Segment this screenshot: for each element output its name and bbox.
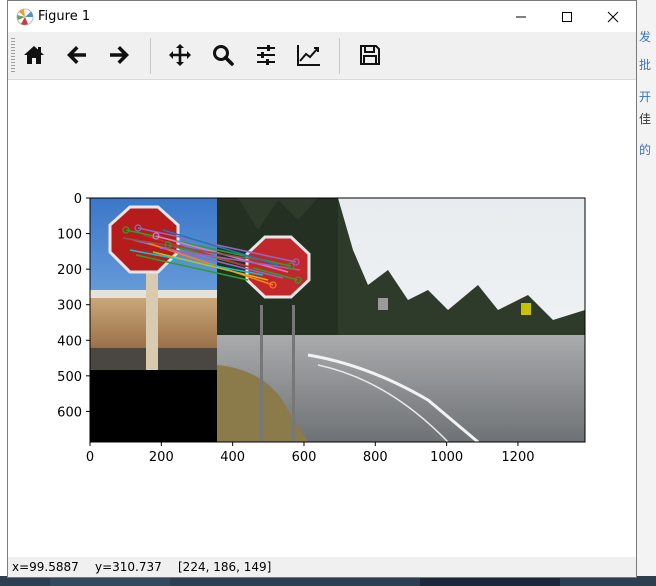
edit-axis-button[interactable] <box>292 38 326 72</box>
magnifier-icon <box>213 45 234 66</box>
title-bar[interactable]: Figure 1 <box>8 1 636 32</box>
status-bar: x=99.5887 y=310.737 [224, 186, 149] <box>8 557 636 577</box>
pan-button[interactable] <box>163 38 197 72</box>
x-tick-label: 0 <box>86 450 94 465</box>
cursor-y-readout: y=310.737 <box>95 560 162 574</box>
background-text: 佳 <box>639 112 652 126</box>
sliders-icon <box>257 45 275 65</box>
train-image <box>217 198 585 444</box>
y-tick-label: 300 <box>57 299 82 314</box>
x-tick-label: 1000 <box>430 450 463 465</box>
cursor-x-readout: x=99.5887 <box>12 560 79 574</box>
y-tick-label: 600 <box>57 405 82 420</box>
arrow-left-icon <box>67 46 86 64</box>
window-title: Figure 1 <box>38 9 91 24</box>
line-chart-icon <box>297 45 320 66</box>
arrow-right-icon <box>110 46 129 64</box>
minimize-icon <box>516 16 526 17</box>
background-link[interactable]: 开 <box>639 88 651 105</box>
x-tick-label: 600 <box>292 450 317 465</box>
y-tick-label: 0 <box>74 192 82 207</box>
matplotlib-icon <box>16 8 34 26</box>
navigation-toolbar <box>8 32 636 80</box>
forward-button[interactable] <box>102 38 136 72</box>
floppy-disk-icon <box>360 45 380 65</box>
background-link[interactable]: 的 <box>639 141 651 158</box>
background-window-strip: 发 批 开 佳 的 <box>637 0 656 586</box>
toolbar-grip[interactable] <box>11 38 15 74</box>
close-icon <box>607 11 619 22</box>
configure-subplots-button[interactable] <box>249 38 283 72</box>
y-tick-label: 100 <box>57 228 82 243</box>
y-tick-label: 400 <box>57 334 82 349</box>
maximize-icon <box>562 11 572 22</box>
figure-canvas[interactable]: 0 200 400 600 800 1000 1200 0 100 200 300 400 500 60… <box>8 80 636 557</box>
y-tick-label: 200 <box>57 263 82 278</box>
x-tick-label: 200 <box>149 450 174 465</box>
home-button[interactable] <box>17 38 51 72</box>
maximize-button[interactable] <box>544 1 590 32</box>
x-axis: 0 200 400 600 800 1000 1200 <box>86 442 535 465</box>
x-tick-label: 400 <box>220 450 245 465</box>
background-link[interactable]: 发 <box>639 28 651 45</box>
close-button[interactable] <box>590 1 636 32</box>
y-tick-label: 500 <box>57 370 82 385</box>
x-tick-label: 800 <box>363 450 388 465</box>
axes[interactable]: 0 200 400 600 800 1000 1200 0 100 200 300 400 500 60… <box>8 80 636 557</box>
back-button[interactable] <box>60 38 94 72</box>
pixel-value-readout: [224, 186, 149] <box>178 560 272 574</box>
toolbar-separator <box>150 38 151 74</box>
toolbar-separator <box>339 38 340 74</box>
home-icon <box>24 46 44 64</box>
figure-window: Figure 1 0 200 400 600 800 1000 1200 0 1… <box>7 0 637 578</box>
background-link[interactable]: 批 <box>639 56 651 73</box>
move-icon <box>169 44 191 66</box>
save-button[interactable] <box>353 38 387 72</box>
y-axis: 0 100 200 300 400 500 600 <box>57 192 90 420</box>
x-tick-label: 1200 <box>501 450 534 465</box>
zoom-button[interactable] <box>206 38 240 72</box>
minimize-button[interactable] <box>498 1 544 32</box>
